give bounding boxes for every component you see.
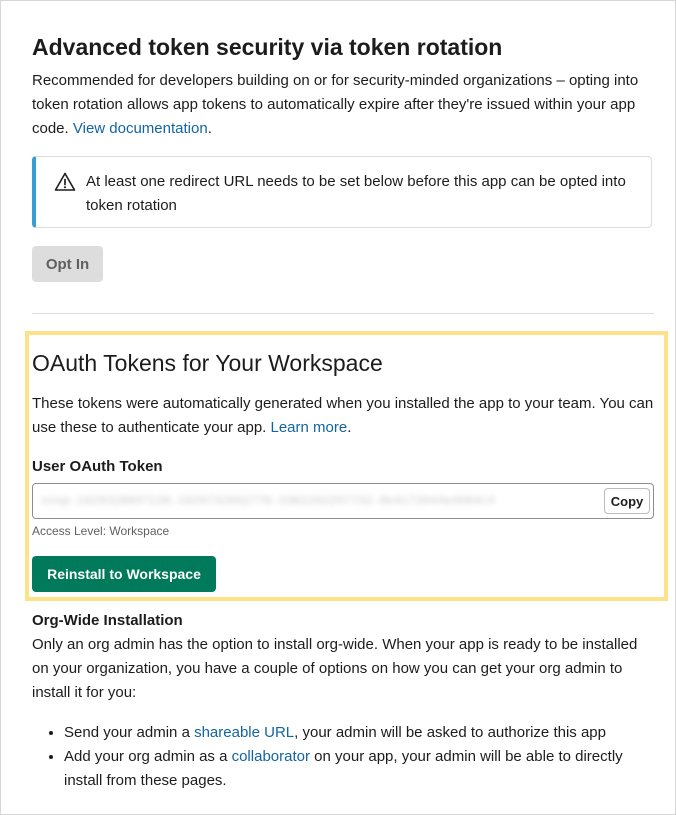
list-item: Add your org admin as a collaborator on … [64,745,654,793]
app-settings-panel: Advanced token security via token rotati… [0,0,676,815]
section-divider [32,313,654,314]
list-item: Send your admin a shareable URL, your ad… [64,721,654,745]
token-rotation-title: Advanced token security via token rotati… [32,34,503,60]
list-item-text: , your admin will be asked to authorize … [294,724,606,741]
collaborator-link[interactable]: collaborator [232,748,310,765]
redirect-url-notice-text: At least one redirect URL needs to be se… [86,173,626,214]
org-wide-options-list: Send your admin a shareable URL, your ad… [32,721,654,793]
view-documentation-link[interactable]: View documentation [73,120,208,137]
token-rotation-description-end: . [207,120,212,137]
org-wide-installation-title: Org-Wide Installation [32,612,183,629]
list-item-text: Add your org admin as a [64,748,232,765]
warning-triangle-icon [54,171,76,193]
org-wide-installation-description: Only an org admin has the option to inst… [32,636,638,701]
redirect-url-notice: At least one redirect URL needs to be se… [32,156,652,228]
token-rotation-description: Recommended for developers building on o… [32,69,654,141]
opt-in-button[interactable]: Opt In [32,246,103,282]
oauth-tokens-highlight-box [25,331,668,601]
list-item-text: Send your admin a [64,724,195,741]
shareable-url-link[interactable]: shareable URL [194,724,294,741]
